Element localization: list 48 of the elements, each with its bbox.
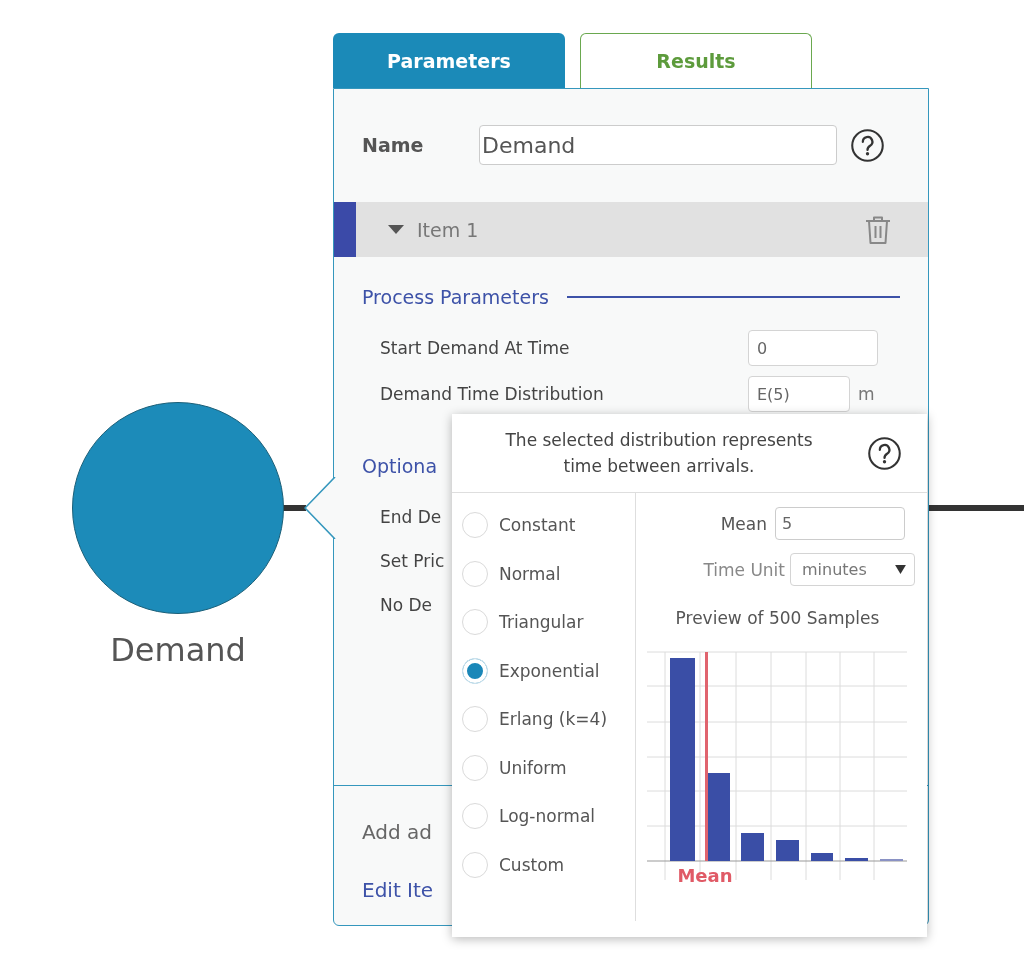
histogram-bar <box>741 833 764 861</box>
histogram-bar <box>811 853 833 861</box>
radio-circle[interactable] <box>462 706 488 733</box>
field-label: No De <box>380 595 433 615</box>
radio-option[interactable]: Constant <box>452 501 576 550</box>
radio-circle[interactable] <box>462 754 488 781</box>
field-label: End De <box>380 507 442 527</box>
field-label: Demand Time Distribution <box>380 384 604 404</box>
section-heading: Optiona <box>362 454 438 478</box>
field-label: Mean <box>720 513 767 534</box>
radio-circle[interactable] <box>462 803 488 830</box>
radio-option[interactable]: Uniform <box>452 743 567 792</box>
unit-label: m <box>858 384 875 404</box>
help-icon[interactable] <box>868 436 901 470</box>
accent-bar <box>334 202 356 257</box>
mean-label: Mean <box>677 865 733 885</box>
input-field[interactable]: E(5) <box>748 376 850 412</box>
radio-option[interactable]: Custom <box>452 840 565 889</box>
tab[interactable]: Parameters <box>333 33 565 88</box>
field-label: Set Pric <box>380 551 445 571</box>
radio-circle[interactable] <box>462 851 488 878</box>
description-text: The selected distribution represents time between arrivals. <box>504 429 814 478</box>
node-label: Demand <box>110 631 246 669</box>
trash-icon[interactable] <box>865 214 891 245</box>
radio-circle[interactable] <box>462 657 488 684</box>
radio-option[interactable]: Log-normal <box>452 792 596 841</box>
histogram-bar <box>776 840 799 861</box>
radio-circle[interactable] <box>462 560 488 587</box>
radio-option[interactable]: Normal <box>452 549 561 598</box>
radio-circle[interactable] <box>462 512 488 539</box>
help-icon[interactable] <box>851 128 884 162</box>
field-label: Name <box>362 134 425 156</box>
radio-circle[interactable] <box>462 609 488 636</box>
time-unit-select[interactable]: minutes <box>790 553 915 586</box>
radio-option[interactable]: Erlang (k=4) <box>452 695 607 744</box>
edit-item-link[interactable]: Edit Ite <box>362 876 434 904</box>
radio-option[interactable]: Exponential <box>452 646 600 695</box>
caret-icon <box>895 565 906 574</box>
field-label: Time Unit <box>703 559 785 580</box>
add-item-text: Add ad <box>362 819 433 846</box>
mean-field[interactable]: 5 <box>775 507 905 540</box>
histogram-bar <box>845 858 868 861</box>
name-field[interactable]: Demand <box>479 125 837 165</box>
radio-option[interactable]: Triangular <box>452 598 584 647</box>
preview-title: Preview of 500 Samples <box>674 607 881 630</box>
field-label: Start Demand At Time <box>380 338 570 358</box>
section-heading: Process Parameters <box>362 285 549 309</box>
input-field[interactable]: 0 <box>748 330 878 366</box>
